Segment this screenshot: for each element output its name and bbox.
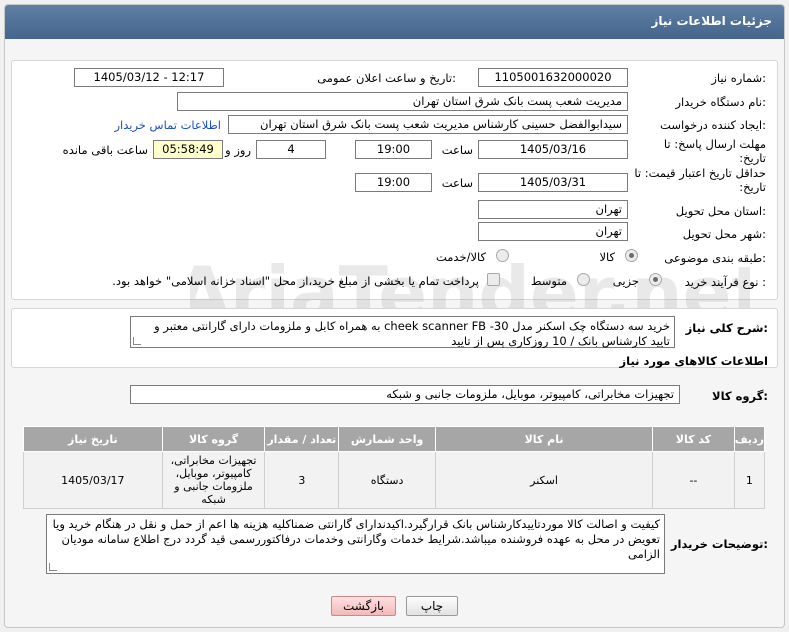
cell-need-date: 1405/03/17 (23, 451, 163, 509)
reply-time-field: 19:00 (355, 140, 432, 159)
cell-goods-name: اسکنر (434, 451, 654, 509)
price-validity-label: حداقل تاریخ اعتبار قیمت: تا تاریخ: (634, 166, 766, 194)
process-small-label: جزیی (612, 274, 639, 288)
category-label: طبقه بندی موضوعی: (664, 251, 766, 265)
reply-date-field: 1405/03/16 (478, 140, 628, 159)
buyer-notes-text: کیفیت و اصالت کالا موردتاییدکارشناس بانک… (52, 517, 660, 561)
treasury-payment-checkbox[interactable] (487, 273, 500, 286)
cell-quantity: 3 (264, 451, 340, 509)
category-goods-service-radio[interactable] (496, 249, 509, 262)
need-number-field: 1105001632000020 (478, 68, 628, 87)
col-goods-name: نام کالا (434, 426, 654, 452)
resize-grip-icon[interactable] (133, 337, 141, 345)
goods-table: ردیف کد کالا نام کالا واحد شمارش تعداد /… (23, 426, 766, 509)
goods-group-field: تجهیزات مخابراتی، کامپیوتر، موبایل، ملزو… (130, 385, 680, 404)
category-goods-label: کالا (599, 250, 615, 264)
province-label: استان محل تحویل: (675, 204, 766, 218)
requester-field: سیدابوالفضل حسینی کارشناس مدیریت شعب پست… (228, 115, 628, 134)
buyer-notes-textarea: کیفیت و اصالت کالا موردتاییدکارشناس بانک… (46, 514, 665, 574)
process-medium-label: متوسط (530, 274, 567, 288)
col-need-date: تاریخ نیاز (23, 426, 163, 452)
province-field: تهران (478, 200, 628, 219)
cell-unit: دستگاه (338, 451, 436, 509)
validity-time-field: 19:00 (355, 173, 432, 192)
city-label: شهر محل تحویل: (682, 227, 766, 241)
back-button[interactable]: بازگشت (331, 596, 396, 616)
cell-goods-group: تجهیزات مخابراتی، کامپیوتر، موبایل، ملزو… (161, 451, 266, 509)
buyer-org-label: نام دستگاه خریدار: (675, 95, 766, 109)
buyer-notes-label: توضیحات خریدار: (670, 537, 768, 551)
need-number-label: شماره نیاز: (711, 71, 766, 85)
cell-row-number: 1 (733, 451, 766, 509)
panel-header: جزئیات اطلاعات نیاز (5, 5, 784, 39)
page-title: جزئیات اطلاعات نیاز (651, 14, 772, 28)
time-remaining-label: ساعت باقی مانده (62, 143, 148, 157)
days-label: روز و (225, 143, 251, 157)
goods-group-label: گروه کالا: (712, 389, 768, 403)
category-goods-radio[interactable] (625, 249, 638, 262)
summary-text: خرید سه دستگاه چک اسکنر مدل cheek scanne… (154, 319, 670, 348)
buyer-org-field: مدیریت شعب پست بانک شرق استان تهران (177, 92, 628, 111)
col-quantity: تعداد / مقدار (264, 426, 340, 452)
time-remaining-field: 05:58:49 (153, 140, 223, 159)
process-medium-radio[interactable] (577, 273, 590, 286)
table-row: 1 -- اسکنر دستگاه 3 تجهیزات مخابراتی، کا… (23, 451, 766, 509)
validity-date-field: 1405/03/31 (478, 173, 628, 192)
goods-table-header: ردیف کد کالا نام کالا واحد شمارش تعداد /… (23, 426, 766, 452)
col-goods-group: گروه کالا (161, 426, 266, 452)
process-label: نوع فرآیند خرید : (684, 275, 766, 289)
goods-section-title: اطلاعات کالاهای مورد نیاز (619, 354, 768, 368)
resize-grip-icon[interactable] (49, 563, 57, 571)
treasury-payment-note: پرداخت تمام یا بخشی از مبلغ خرید،از محل … (112, 274, 479, 288)
validity-time-label: ساعت (441, 176, 473, 190)
buyer-contact-link[interactable]: اطلاعات تماس خریدار (114, 118, 221, 132)
reply-deadline-label: مهلت ارسال پاسخ: تا تاریخ: (663, 137, 766, 165)
col-unit: واحد شمارش (338, 426, 436, 452)
category-goods-service-label: کالا/خدمت (435, 250, 486, 264)
announce-datetime-field: 1405/03/12 - 12:17 (74, 68, 224, 87)
summary-textarea: خرید سه دستگاه چک اسکنر مدل cheek scanne… (130, 316, 675, 348)
reply-time-label: ساعت (441, 143, 473, 157)
days-remaining-field: 4 (256, 140, 326, 159)
cell-goods-code: -- (652, 451, 735, 509)
col-goods-code: کد کالا (652, 426, 735, 452)
summary-label: شرح کلی نیاز: (685, 321, 768, 335)
city-field: تهران (478, 222, 628, 241)
process-small-radio[interactable] (649, 273, 662, 286)
print-button[interactable]: چاپ (406, 596, 458, 616)
announce-datetime-label: تاریخ و ساعت اعلان عمومی: (317, 71, 456, 85)
requester-label: ایجاد کننده درخواست: (660, 118, 766, 132)
col-row-number: ردیف (733, 426, 766, 452)
